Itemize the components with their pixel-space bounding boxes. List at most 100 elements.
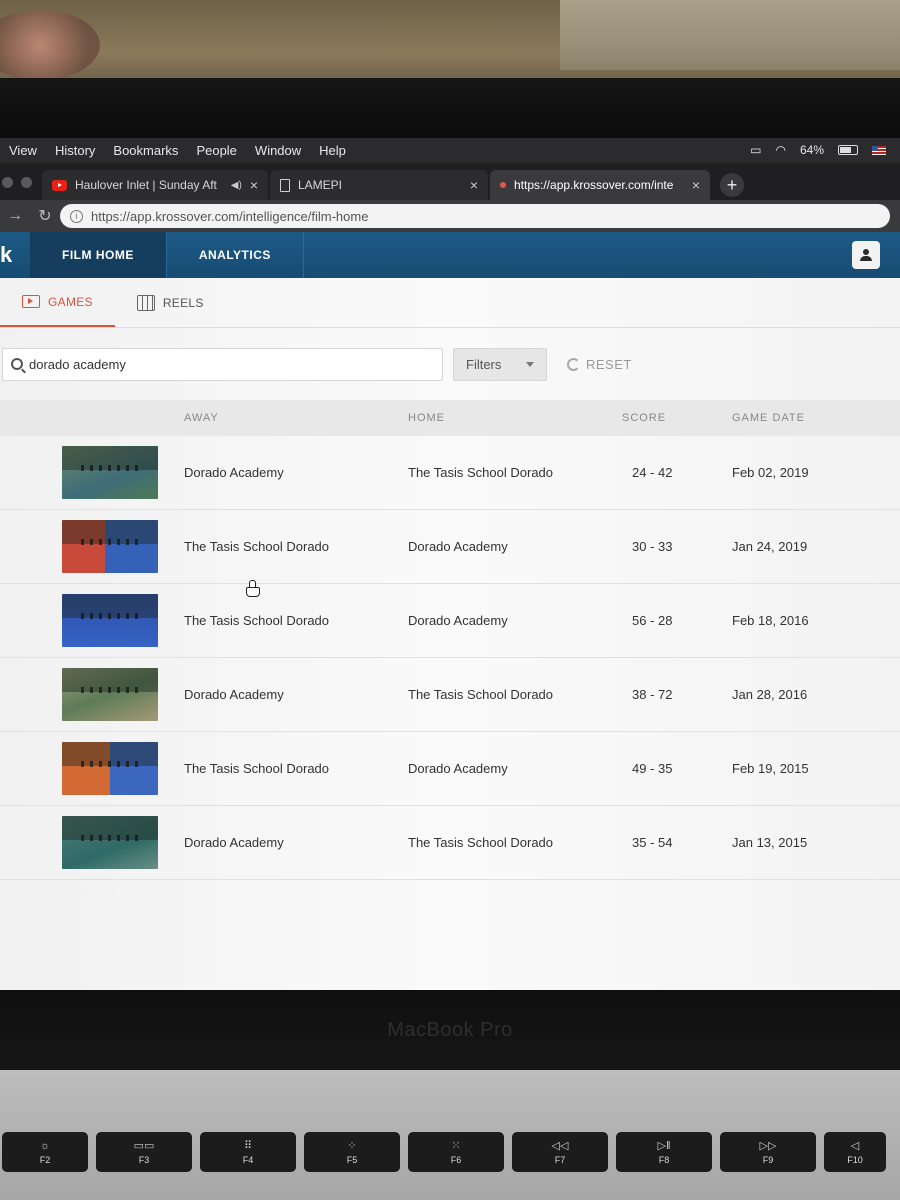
home-team: Dorado Academy — [408, 761, 508, 776]
game-thumbnail[interactable] — [62, 520, 158, 573]
menu-window[interactable]: Window — [246, 143, 310, 158]
game-thumbnail[interactable] — [62, 594, 158, 647]
close-tab-icon[interactable]: × — [250, 177, 258, 193]
away-team: Dorado Academy — [184, 465, 284, 480]
table-row[interactable]: Dorado Academy The Tasis School Dorado 3… — [0, 658, 900, 732]
key-f10[interactable]: ◁ F10 — [824, 1132, 886, 1172]
tab-krossover[interactable]: https://app.krossover.com/inte × — [490, 170, 710, 200]
reload-icon[interactable]: ↻ — [30, 206, 60, 226]
minimize-window-icon[interactable] — [21, 177, 32, 188]
menu-history[interactable]: History — [46, 143, 104, 158]
table-row[interactable]: Dorado Academy The Tasis School Dorado 2… — [0, 436, 900, 510]
mute-icon: ◁ — [850, 1140, 860, 1152]
forward-arrow-icon[interactable]: → — [0, 207, 30, 225]
search-value[interactable]: dorado academy — [29, 357, 126, 372]
laptop-brand-label: MacBook Pro — [387, 1018, 513, 1041]
user-account-button[interactable] — [852, 241, 880, 269]
away-team: The Tasis School Dorado — [184, 539, 330, 554]
menu-help[interactable]: Help — [310, 143, 355, 158]
airplay-icon[interactable]: ▭ — [750, 143, 761, 157]
game-thumbnail[interactable] — [62, 668, 158, 721]
tab-title: Haulover Inlet | Sunday Aft — [75, 178, 217, 192]
table-row[interactable]: Dorado Academy The Tasis School Dorado 3… — [0, 806, 900, 880]
chevron-down-icon — [526, 361, 534, 367]
nav-analytics[interactable]: ANALYTICS — [167, 232, 304, 278]
game-score: 30 - 33 — [632, 539, 673, 554]
column-home[interactable]: HOME — [408, 412, 622, 424]
column-game-date[interactable]: GAME DATE — [732, 412, 882, 424]
column-score[interactable]: SCORE — [622, 412, 732, 424]
home-team: The Tasis School Dorado — [408, 835, 554, 850]
close-tab-icon[interactable]: × — [470, 177, 478, 193]
games-table-header: AWAY HOME SCORE GAME DATE — [0, 400, 900, 436]
key-f5[interactable]: ⁘ F5 — [304, 1132, 400, 1172]
us-flag-icon[interactable] — [872, 145, 886, 155]
table-row[interactable]: The Tasis School Dorado Dorado Academy 3… — [0, 510, 900, 584]
address-bar[interactable]: i https://app.krossover.com/intelligence… — [60, 204, 890, 228]
column-away[interactable]: AWAY — [184, 412, 408, 424]
battery-icon[interactable] — [838, 145, 858, 155]
game-thumbnail[interactable] — [62, 742, 158, 795]
menu-bookmarks[interactable]: Bookmarks — [104, 143, 187, 158]
tab-title: https://app.krossover.com/inte — [514, 178, 674, 192]
table-row[interactable]: The Tasis School Dorado Dorado Academy 5… — [0, 584, 900, 658]
menu-view[interactable]: View — [0, 143, 46, 158]
key-f4[interactable]: ⠿ F4 — [200, 1132, 296, 1172]
krossover-logo[interactable]: k — [0, 232, 30, 278]
key-f9[interactable]: ▷▷ F9 — [720, 1132, 816, 1172]
key-f7[interactable]: ◁◁ F7 — [512, 1132, 608, 1172]
key-f2[interactable]: ☼ F2 — [2, 1132, 88, 1172]
away-team: Dorado Academy — [184, 835, 284, 850]
tab-games[interactable]: GAMES — [0, 278, 115, 327]
function-key-row: ☼ F2 ▭▭ F3 ⠿ F4 ⁘ F5 ⁙ F6 ◁◁ F7 ▷‖ F8 ▷▷ F9 ◁ F10 — [0, 1132, 900, 1172]
game-thumbnail[interactable] — [62, 446, 158, 499]
home-team: The Tasis School Dorado — [408, 687, 554, 702]
nav-film-home[interactable]: FILM HOME — [30, 232, 167, 278]
mission-control-icon: ▭▭ — [133, 1140, 155, 1152]
window-controls — [0, 177, 42, 200]
background-object — [0, 10, 100, 80]
site-icon — [500, 182, 506, 188]
reset-label: RESET — [586, 356, 632, 372]
table-row[interactable]: The Tasis School Dorado Dorado Academy 4… — [0, 732, 900, 806]
keyboard-light-down-icon: ⁘ — [347, 1140, 357, 1152]
play-pause-icon: ▷‖ — [657, 1140, 671, 1152]
tab-haulover-inlet[interactable]: Haulover Inlet | Sunday Aft ◀) × — [42, 170, 268, 200]
rewind-icon: ◁◁ — [551, 1140, 569, 1152]
tab-lamepi[interactable]: LAMEPI × — [270, 170, 488, 200]
game-date: Feb 18, 2016 — [732, 613, 809, 628]
key-f3[interactable]: ▭▭ F3 — [96, 1132, 192, 1172]
reset-icon — [567, 357, 580, 371]
document-icon — [280, 178, 290, 192]
key-f8[interactable]: ▷‖ F8 — [616, 1132, 712, 1172]
game-date: Feb 19, 2015 — [732, 761, 809, 776]
game-score: 49 - 35 — [632, 761, 673, 776]
content-tabs: GAMES REELS — [0, 278, 900, 328]
menu-people[interactable]: People — [187, 143, 245, 158]
game-thumbnail[interactable] — [62, 816, 158, 869]
tab-reels[interactable]: REELS — [115, 278, 226, 327]
status-area: ▭ ◠ 64% — [750, 143, 900, 157]
search-icon — [11, 358, 23, 370]
reset-button[interactable]: RESET — [567, 357, 632, 372]
browser-toolbar: → ↻ i https://app.krossover.com/intellig… — [0, 200, 900, 232]
key-f6[interactable]: ⁙ F6 — [408, 1132, 504, 1172]
new-tab-button[interactable]: + — [720, 173, 744, 197]
close-window-icon[interactable] — [2, 177, 13, 188]
url-text[interactable]: https://app.krossover.com/intelligence/f… — [91, 209, 368, 224]
home-team: Dorado Academy — [408, 613, 508, 628]
info-icon[interactable]: i — [70, 209, 83, 223]
search-input[interactable]: dorado academy — [2, 347, 443, 381]
filters-dropdown[interactable]: Filters — [453, 347, 547, 381]
speaker-icon[interactable]: ◀) — [231, 180, 242, 191]
battery-percent[interactable]: 64% — [800, 143, 824, 157]
browser-tab-strip: Haulover Inlet | Sunday Aft ◀) × LAMEPI … — [0, 164, 900, 200]
close-tab-icon[interactable]: × — [692, 177, 700, 193]
wifi-icon[interactable]: ◠ — [775, 143, 785, 157]
launchpad-icon: ⠿ — [243, 1140, 253, 1152]
game-date: Jan 28, 2016 — [732, 687, 808, 702]
user-icon — [860, 249, 872, 261]
home-team: Dorado Academy — [408, 539, 508, 554]
reels-icon — [136, 294, 155, 311]
tab-title: LAMEPI — [298, 178, 343, 192]
